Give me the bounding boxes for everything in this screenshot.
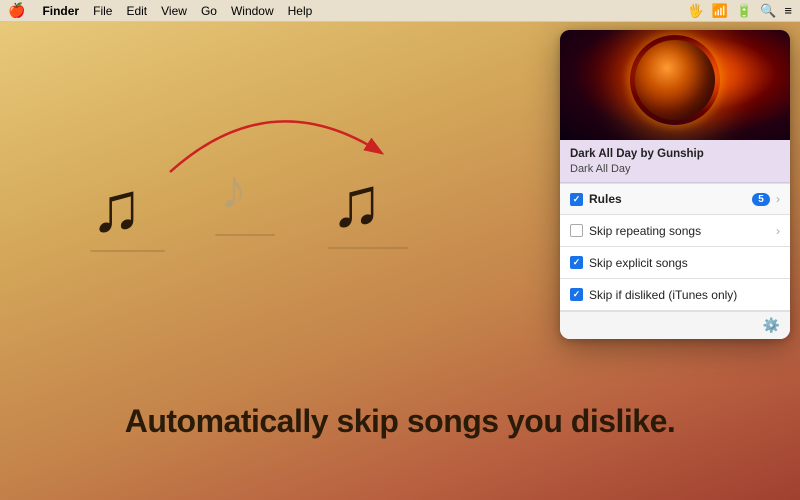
tagline: Automatically skip songs you dislike. (0, 403, 800, 440)
skip-disliked-checkbox[interactable] (570, 288, 583, 301)
note-line-2 (215, 234, 275, 236)
note-line-1 (90, 250, 165, 252)
skip-explicit-checkbox[interactable] (570, 256, 583, 269)
rules-label: Rules (589, 192, 746, 206)
rules-checkbox[interactable] (570, 193, 583, 206)
skip-repeating-label: Skip repeating songs (589, 224, 770, 238)
menu-help[interactable]: Help (281, 0, 320, 22)
skip-explicit-row[interactable]: Skip explicit songs (560, 247, 790, 279)
battery-icon: 🔋 (736, 3, 752, 19)
menu-extra-icon[interactable]: ≡ (784, 3, 792, 18)
popup-panel: Dark All Day by Gunship Dark All Day Rul… (560, 30, 790, 339)
wifi-icon: 📶 (712, 3, 728, 19)
music-note-3: ♫ (330, 167, 383, 237)
rules-badge: 5 (752, 193, 770, 206)
space-visual (560, 30, 790, 140)
menu-bar: 🍎 Finder File Edit View Go Window Help 🖐… (0, 0, 800, 22)
menu-go[interactable]: Go (194, 0, 224, 22)
skip-explicit-label: Skip explicit songs (589, 256, 780, 270)
album-art (560, 30, 790, 140)
music-note-2: ♪ (220, 162, 248, 217)
main-background: ♫ ♪ ♫ Automatically skip songs you disli… (0, 22, 800, 500)
planet-visual (635, 40, 715, 120)
apple-menu-icon[interactable]: 🍎 (8, 2, 25, 19)
menu-file[interactable]: File (86, 0, 119, 22)
app-name-menu[interactable]: Finder (35, 0, 86, 22)
menu-window[interactable]: Window (224, 0, 281, 22)
bottom-gear-row: ⚙️ (560, 311, 790, 339)
menu-view[interactable]: View (154, 0, 194, 22)
rules-chevron-icon: › (776, 192, 780, 206)
search-icon[interactable]: 🔍 (760, 3, 776, 19)
rules-row[interactable]: Rules 5 › (560, 183, 790, 215)
music-note-1: ♫ (90, 172, 143, 242)
note-line-3 (328, 247, 408, 249)
notes-area: ♫ ♪ ♫ (60, 72, 490, 292)
menu-edit[interactable]: Edit (119, 0, 154, 22)
song-info: Dark All Day by Gunship Dark All Day (560, 140, 790, 183)
song-album: Dark All Day (570, 162, 780, 176)
gear-icon[interactable]: ⚙️ (763, 317, 780, 334)
skip-repeating-chevron-icon: › (776, 224, 780, 238)
song-title: Dark All Day by Gunship (570, 147, 780, 162)
hand-icon: 🖐 (688, 3, 704, 19)
skip-disliked-label: Skip if disliked (iTunes only) (589, 288, 780, 302)
skip-disliked-row[interactable]: Skip if disliked (iTunes only) (560, 279, 790, 311)
menu-right-icons: 🖐 📶 🔋 🔍 ≡ (688, 3, 792, 19)
skip-repeating-checkbox[interactable] (570, 224, 583, 237)
skip-repeating-row[interactable]: Skip repeating songs › (560, 215, 790, 247)
